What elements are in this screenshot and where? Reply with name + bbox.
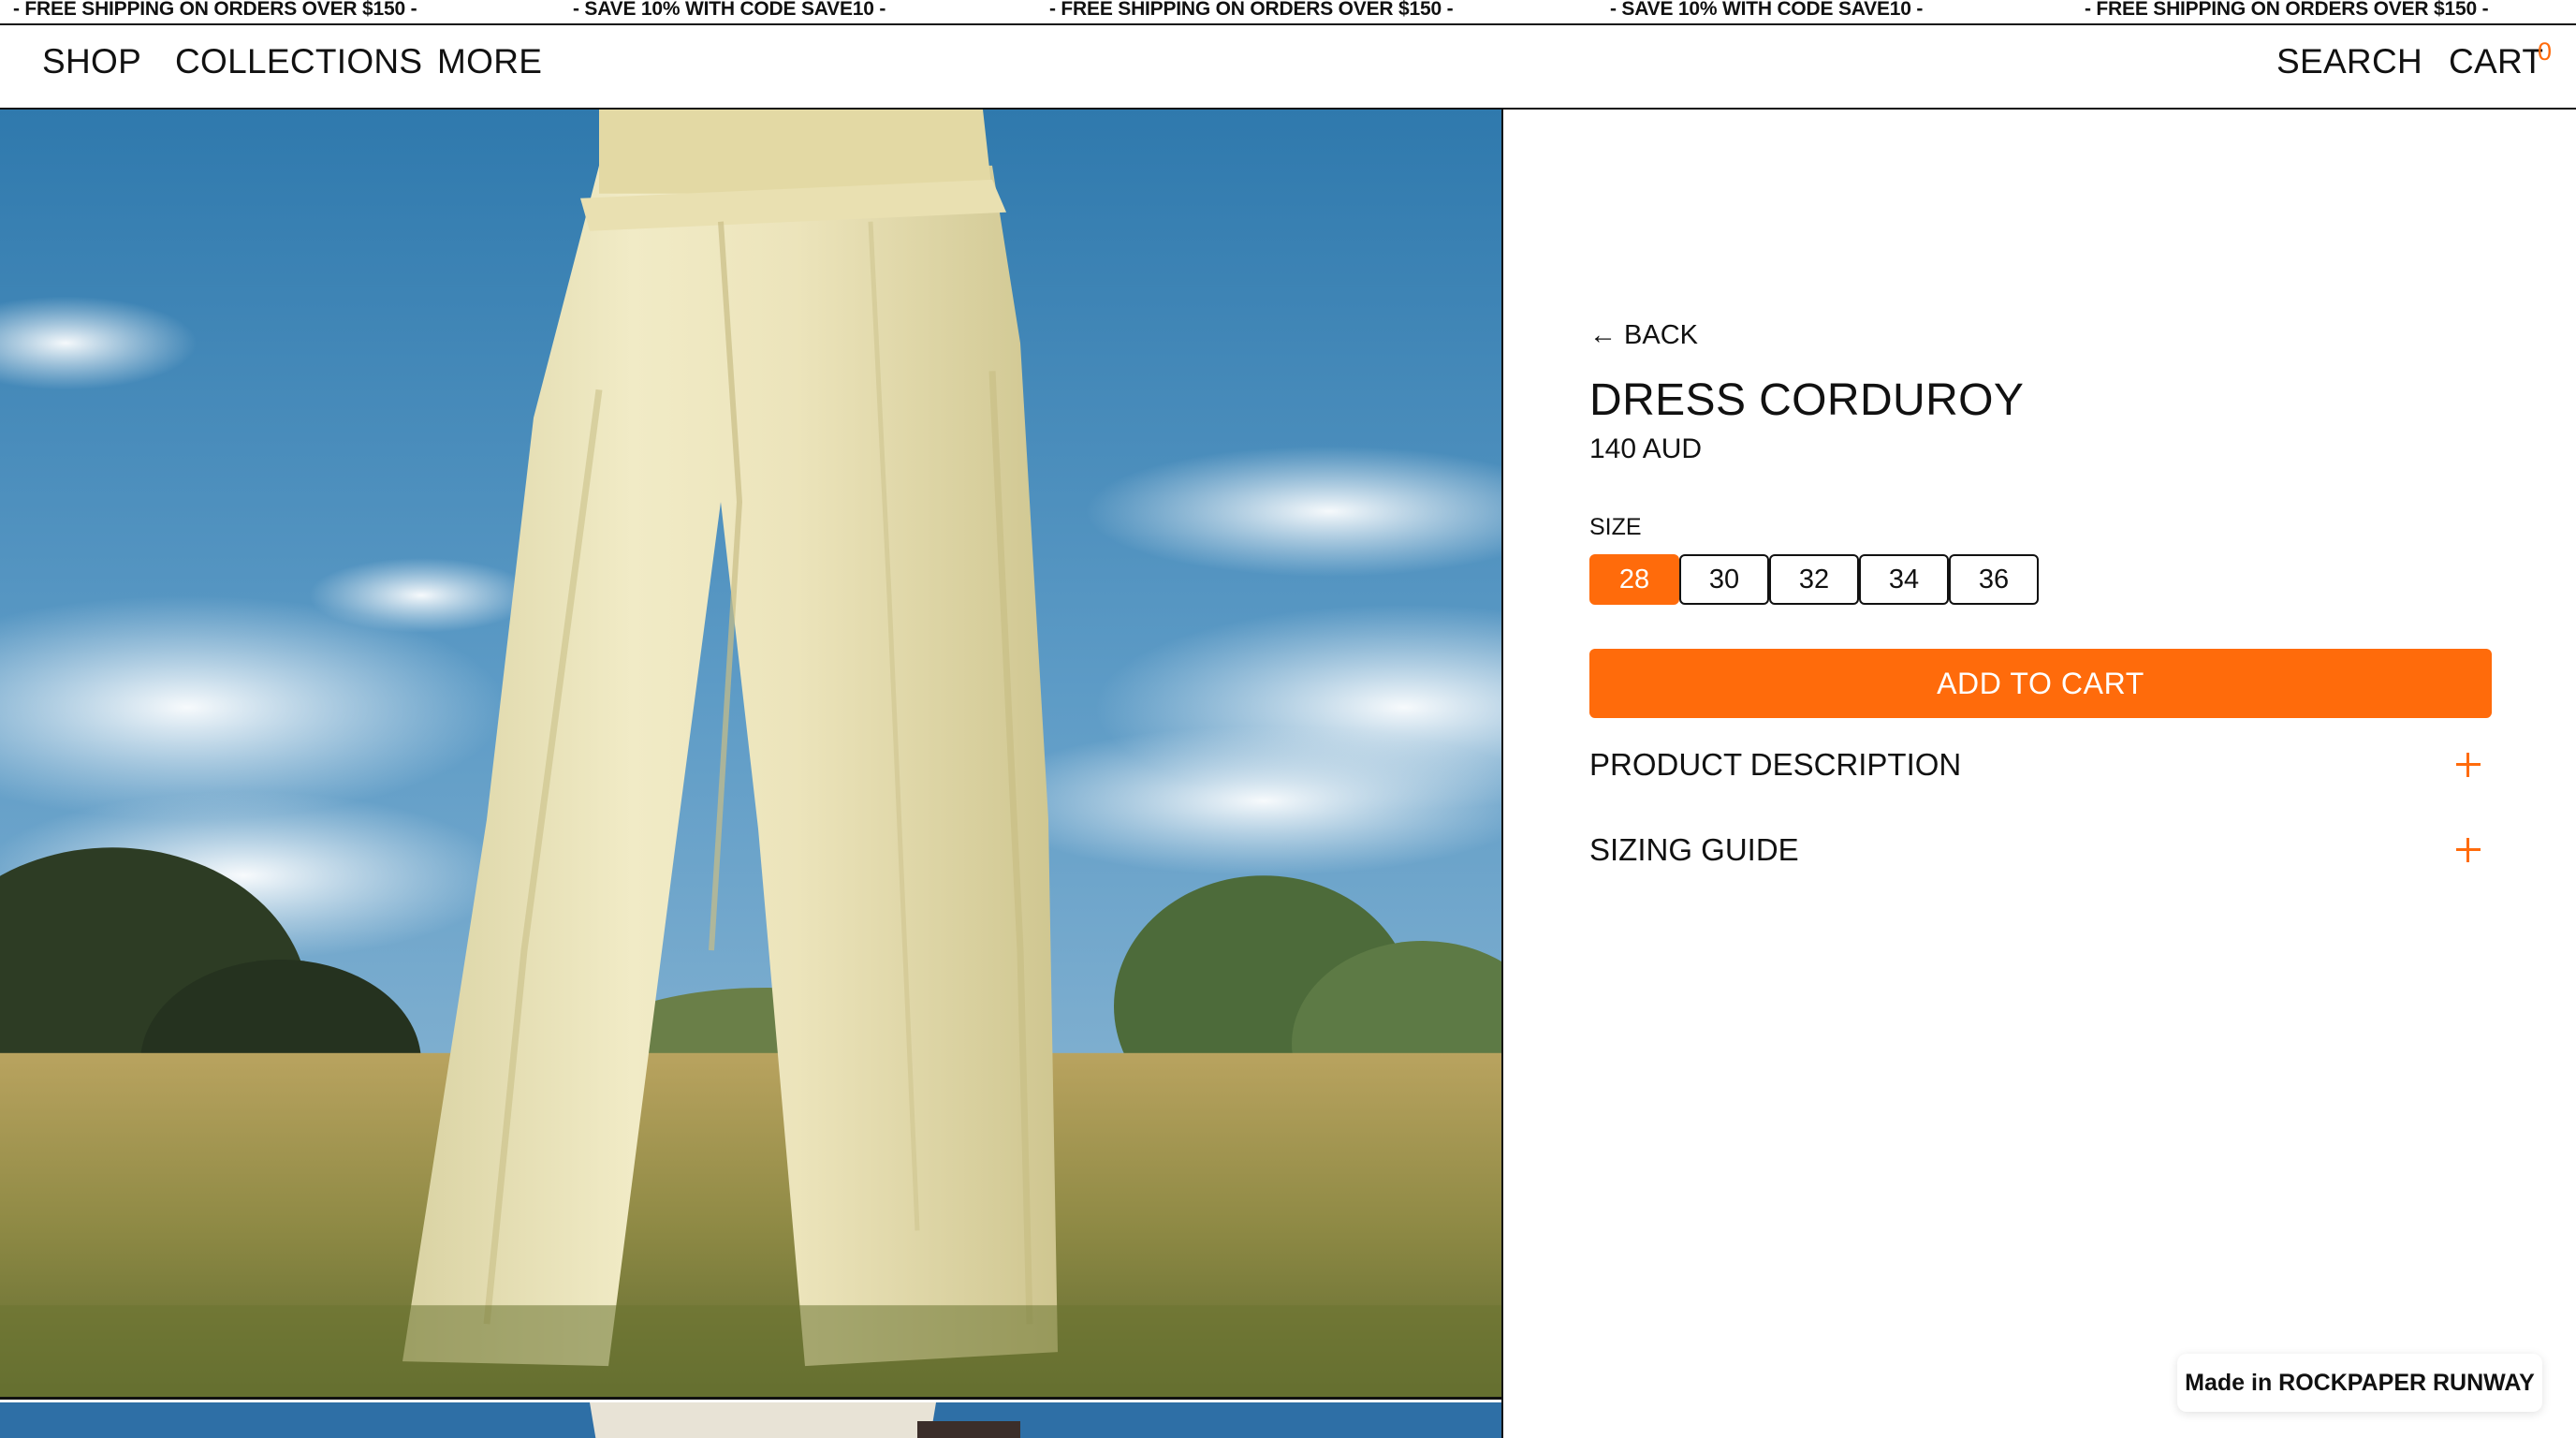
size-option-36[interactable]: 36 bbox=[1949, 554, 2039, 605]
announcement-message: - FREE SHIPPING ON ORDERS OVER $150 - bbox=[13, 0, 417, 20]
plus-icon[interactable] bbox=[2456, 838, 2481, 862]
add-to-cart-button[interactable]: ADD TO CART bbox=[1589, 649, 2492, 718]
product-photo-image bbox=[0, 1402, 1501, 1438]
back-link[interactable]: ← BACK bbox=[1589, 320, 1698, 351]
product-gallery bbox=[0, 110, 1503, 1438]
product-photo[interactable] bbox=[0, 1402, 1501, 1438]
main-nav: SHOP COLLECTIONS MORE SEARCH CART 0 bbox=[0, 25, 2576, 110]
nav-more-link[interactable]: MORE bbox=[437, 42, 542, 81]
announcement-message: - FREE SHIPPING ON ORDERS OVER $150 - bbox=[1049, 0, 1454, 20]
nav-collections-link[interactable]: COLLECTIONS bbox=[175, 42, 422, 81]
plus-icon[interactable] bbox=[2456, 753, 2481, 777]
nav-shop-link[interactable]: SHOP bbox=[42, 42, 141, 81]
announcement-message: - FREE SHIPPING ON ORDERS OVER $150 - bbox=[2085, 0, 2489, 20]
size-selector: 28 30 32 34 36 bbox=[1589, 554, 2039, 605]
product-photo-image bbox=[0, 110, 1501, 1397]
accordion-label: SIZING GUIDE bbox=[1589, 832, 1799, 867]
product-title: DRESS CORDUROY bbox=[1589, 375, 2025, 425]
size-label: SIZE bbox=[1589, 514, 1642, 540]
size-option-34[interactable]: 34 bbox=[1859, 554, 1949, 605]
product-price: 140 AUD bbox=[1589, 433, 1703, 464]
product-description-accordion[interactable]: PRODUCT DESCRIPTION bbox=[1589, 737, 2492, 793]
nav-search-link[interactable]: SEARCH bbox=[2276, 42, 2422, 81]
size-option-30[interactable]: 30 bbox=[1679, 554, 1769, 605]
announcement-bar: - FREE SHIPPING ON ORDERS OVER $150 - - … bbox=[0, 0, 2576, 25]
made-in-badge[interactable]: Made in ROCKPAPER RUNWAY bbox=[2177, 1354, 2542, 1412]
product-photo[interactable] bbox=[0, 110, 1501, 1400]
size-option-32[interactable]: 32 bbox=[1769, 554, 1859, 605]
announcement-message: - SAVE 10% WITH CODE SAVE10 - bbox=[573, 0, 886, 20]
accordion-label: PRODUCT DESCRIPTION bbox=[1589, 747, 1962, 782]
sizing-guide-accordion[interactable]: SIZING GUIDE bbox=[1589, 822, 2492, 878]
cart-count-badge: 0 bbox=[2538, 37, 2553, 66]
nav-cart-link[interactable]: CART bbox=[2449, 42, 2543, 81]
announcement-message: - SAVE 10% WITH CODE SAVE10 - bbox=[1610, 0, 1924, 20]
size-option-28[interactable]: 28 bbox=[1589, 554, 1679, 605]
